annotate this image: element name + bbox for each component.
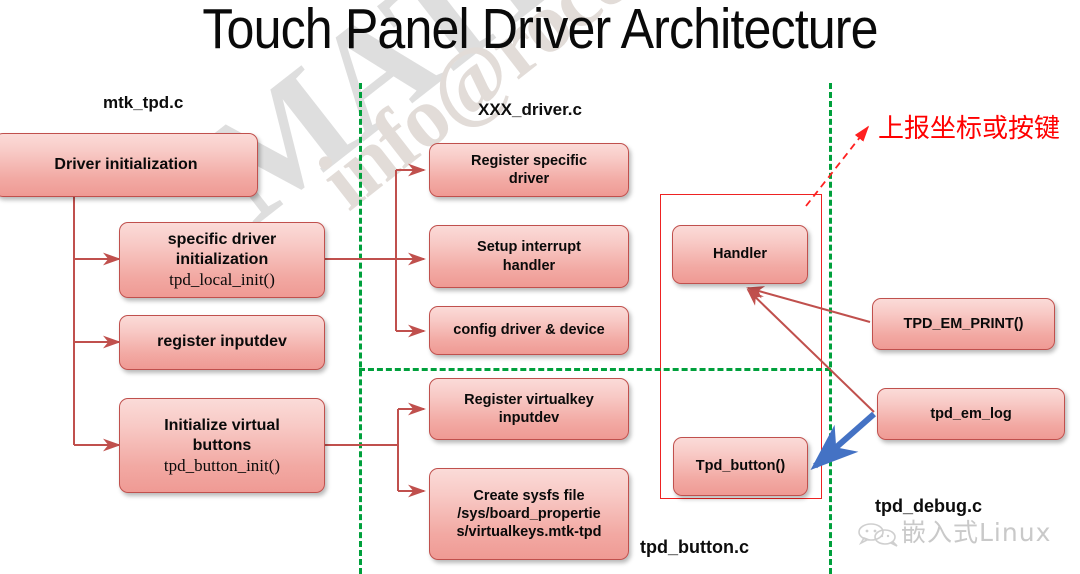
box-specific-driver-initialization-fn: tpd_local_init(): [169, 270, 275, 290]
box-register-virtualkey-inputdev[interactable]: Register virtualkey inputdev: [429, 378, 629, 440]
section-label-tpd-button: tpd_button.c: [640, 537, 749, 557]
box-initialize-virtual-buttons-title: Initialize virtual buttons: [164, 416, 280, 454]
box-initialize-virtual-buttons-label: Initialize virtual buttons tpd_button_in…: [164, 416, 280, 476]
box-config-driver-device[interactable]: config driver & device: [429, 306, 629, 355]
box-initialize-virtual-buttons[interactable]: Initialize virtual buttons tpd_button_in…: [119, 398, 325, 493]
page-title: Touch Panel Driver Architecture: [202, 0, 878, 61]
box-handler-label: Handler: [713, 246, 767, 263]
box-tpd-em-log-label: tpd_em_log: [930, 405, 1012, 422]
box-create-sysfs-file[interactable]: Create sysfs file /sys/board_propertie s…: [429, 468, 629, 560]
section-label-mtk-tpd: mtk_tpd.c: [103, 93, 184, 112]
box-tpd-button-label: Tpd_button(): [695, 458, 786, 475]
wechat-badge-label: 嵌入式Linux: [901, 518, 1052, 547]
box-tpd-em-log[interactable]: tpd_em_log: [877, 388, 1065, 440]
annotation-report-coordinates: 上报坐标或按键: [878, 114, 1061, 144]
box-create-sysfs-file-label: Create sysfs file /sys/board_propertie s…: [456, 487, 602, 541]
box-setup-interrupt-handler[interactable]: Setup interrupt handler: [429, 225, 629, 288]
box-tpd-em-print[interactable]: TPD_EM_PRINT(): [872, 298, 1055, 350]
section-label-tpd-debug: tpd_debug.c: [875, 496, 982, 516]
box-specific-driver-initialization-label: specific driver initialization tpd_local…: [168, 230, 277, 290]
section-label-xxx-driver: XXX_driver.c: [478, 100, 582, 119]
box-initialize-virtual-buttons-fn: tpd_button_init(): [163, 455, 281, 475]
box-specific-driver-initialization[interactable]: specific driver initialization tpd_local…: [119, 222, 325, 298]
diagram-canvas: MATERIAL CONFIDENTIAL info@rocomin.com U…: [0, 0, 1080, 574]
box-handler[interactable]: Handler: [672, 225, 808, 284]
box-driver-initialization-label: Driver initialization: [54, 155, 198, 173]
wechat-badge: 嵌入式Linux: [857, 513, 1051, 549]
box-setup-interrupt-handler-label: Setup interrupt handler: [477, 239, 581, 274]
box-register-inputdev-label: register inputdev: [157, 333, 287, 351]
box-register-specific-driver-label: Register specific driver: [470, 152, 588, 187]
box-specific-driver-initialization-title: specific driver initialization: [167, 231, 277, 269]
box-tpd-em-print-label: TPD_EM_PRINT(): [903, 315, 1024, 332]
box-register-specific-driver[interactable]: Register specific driver: [429, 143, 629, 197]
box-driver-initialization[interactable]: Driver initialization: [0, 133, 258, 197]
box-register-inputdev[interactable]: register inputdev: [119, 315, 325, 370]
box-config-driver-device-label: config driver & device: [453, 322, 605, 339]
wechat-bubble-icon: [857, 523, 901, 547]
box-tpd-button[interactable]: Tpd_button(): [673, 437, 808, 496]
box-register-virtualkey-inputdev-label: Register virtualkey inputdev: [464, 391, 594, 426]
